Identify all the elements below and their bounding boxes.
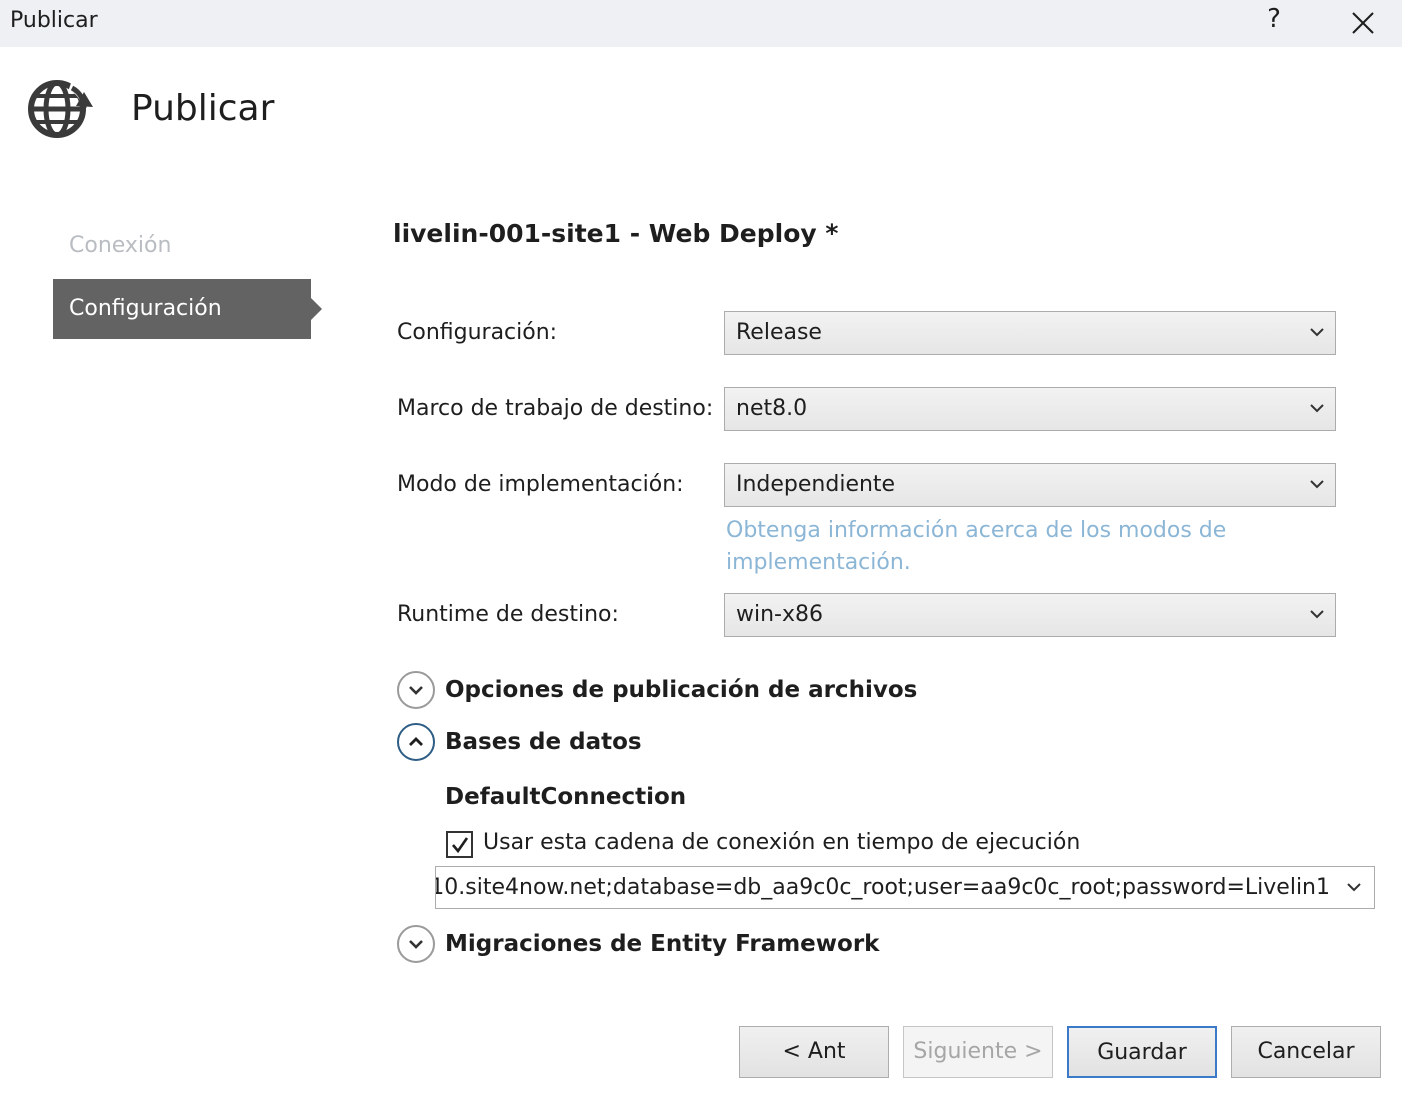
next-button[interactable]: Siguiente >: [903, 1026, 1053, 1078]
connection-string-value: QL8010.site4now.net;database=db_aa9c0c_r…: [435, 875, 1330, 900]
connection-name: DefaultConnection: [445, 784, 687, 810]
configuration-select[interactable]: Release: [724, 311, 1336, 355]
ef-migrations-toggle[interactable]: [397, 925, 435, 963]
use-at-runtime-label[interactable]: Usar esta cadena de conexión en tiempo d…: [483, 830, 1080, 855]
close-icon: [1352, 12, 1374, 34]
chevron-down-icon: [1310, 328, 1324, 337]
deployment-mode-select[interactable]: Independiente: [724, 463, 1336, 507]
ef-migrations-label[interactable]: Migraciones de Entity Framework: [445, 931, 879, 957]
checkmark-icon: [452, 837, 469, 854]
back-button[interactable]: < Ant: [739, 1026, 889, 1078]
configuration-label: Configuración:: [397, 320, 558, 345]
nav-item-conexion[interactable]: Conexión: [53, 216, 311, 276]
databases-label[interactable]: Bases de datos: [445, 729, 642, 755]
chevron-down-icon: [409, 686, 423, 695]
chevron-down-icon: [409, 940, 423, 949]
connection-string-combo[interactable]: QL8010.site4now.net;database=db_aa9c0c_r…: [435, 866, 1375, 909]
target-framework-value: net8.0: [736, 396, 808, 421]
profile-title: livelin-001-site1 - Web Deploy *: [393, 219, 839, 248]
globe-publish-icon: [24, 76, 96, 140]
target-framework-label: Marco de trabajo de destino:: [397, 396, 714, 421]
close-button[interactable]: [1346, 6, 1380, 40]
use-at-runtime-checkbox[interactable]: [446, 831, 473, 858]
nav-item-configuracion[interactable]: Configuración: [53, 279, 322, 339]
chevron-up-icon: [409, 737, 423, 746]
file-publish-options-toggle[interactable]: [397, 671, 435, 709]
deployment-mode-label: Modo de implementación:: [397, 472, 684, 497]
chevron-down-icon: [1310, 404, 1324, 413]
target-runtime-label: Runtime de destino:: [397, 602, 619, 627]
deployment-modes-link[interactable]: Obtenga información acerca de los modos …: [726, 515, 1286, 579]
file-publish-options-label[interactable]: Opciones de publicación de archivos: [445, 677, 917, 703]
help-button[interactable]: ?: [1262, 4, 1286, 40]
save-button[interactable]: Guardar: [1067, 1026, 1217, 1078]
deployment-mode-value: Independiente: [736, 472, 896, 497]
target-runtime-select[interactable]: win-x86: [724, 593, 1336, 637]
chevron-down-icon: [1347, 883, 1361, 892]
target-runtime-value: win-x86: [736, 602, 824, 627]
target-framework-select[interactable]: net8.0: [724, 387, 1336, 431]
chevron-down-icon: [1310, 610, 1324, 619]
title-bar: Publicar ?: [0, 0, 1402, 47]
databases-toggle[interactable]: [397, 723, 435, 761]
configuration-value: Release: [736, 320, 822, 345]
chevron-down-icon: [1310, 480, 1324, 489]
cancel-button[interactable]: Cancelar: [1231, 1026, 1381, 1078]
page-title: Publicar: [131, 88, 275, 129]
window-title: Publicar: [10, 8, 98, 33]
